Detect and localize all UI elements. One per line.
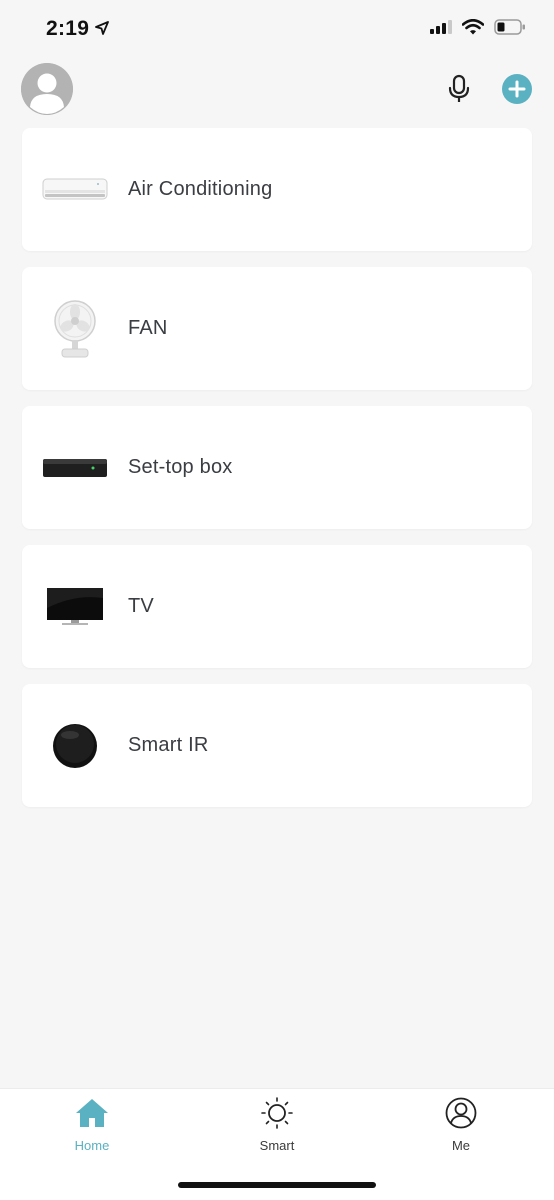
- plus-icon: [508, 80, 526, 98]
- air-conditioner-icon: [22, 128, 128, 251]
- cellular-signal-icon: [430, 19, 452, 39]
- device-list: Air Conditioning FAN Set-top box TV Smar…: [22, 128, 532, 823]
- status-time: 2:19: [46, 17, 90, 40]
- home-indicator: [178, 1182, 376, 1188]
- device-name: Air Conditioning: [128, 178, 273, 200]
- tab-home[interactable]: Home: [37, 1097, 147, 1159]
- header-actions: [444, 72, 532, 106]
- tab-smart[interactable]: Smart: [222, 1097, 332, 1159]
- device-card-smart-ir[interactable]: Smart IR: [22, 684, 532, 807]
- tab-label-smart: Smart: [259, 1138, 295, 1153]
- location-arrow-icon: [95, 17, 110, 41]
- tv-icon: [22, 545, 128, 668]
- home-header: [0, 58, 554, 120]
- device-card-set-top-box[interactable]: Set-top box: [22, 406, 532, 529]
- tab-label-home: Home: [74, 1138, 110, 1153]
- device-name: Smart IR: [128, 734, 209, 756]
- tab-me[interactable]: Me: [406, 1097, 516, 1159]
- sun-icon: [259, 1097, 295, 1134]
- device-name: Set-top box: [128, 456, 233, 478]
- device-card-tv[interactable]: TV: [22, 545, 532, 668]
- app-screen: 2:19 Air Conditioning FAN Set-top box TV…: [0, 0, 554, 1200]
- status-bar: 2:19: [0, 0, 554, 58]
- status-indicators: [430, 18, 526, 40]
- status-time-group: 2:19: [46, 17, 110, 41]
- user-avatar-icon[interactable]: [21, 63, 73, 115]
- add-device-button[interactable]: [502, 74, 532, 104]
- set-top-box-icon: [22, 406, 128, 529]
- smart-ir-icon: [22, 684, 128, 807]
- home-icon: [74, 1097, 110, 1134]
- device-name: FAN: [128, 317, 168, 339]
- wifi-icon: [461, 18, 485, 40]
- device-name: TV: [128, 595, 154, 617]
- tab-label-me: Me: [451, 1138, 471, 1153]
- device-card-fan[interactable]: FAN: [22, 267, 532, 390]
- user-circle-icon: [443, 1097, 479, 1134]
- device-card-air-conditioning[interactable]: Air Conditioning: [22, 128, 532, 251]
- fan-icon: [22, 267, 128, 390]
- battery-icon: [494, 18, 526, 40]
- microphone-icon[interactable]: [444, 72, 474, 106]
